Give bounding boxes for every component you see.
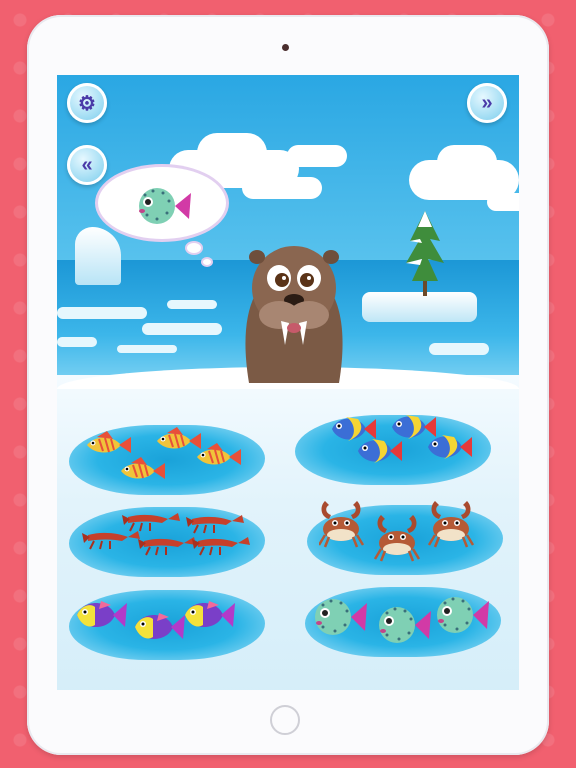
camera-dot xyxy=(282,44,289,51)
pufferfish-group[interactable] xyxy=(307,593,497,649)
walrus-character[interactable] xyxy=(229,233,359,383)
purple-fish-group[interactable] xyxy=(75,597,245,647)
game-screen: ⚙ « » xyxy=(57,75,519,690)
ice-floe xyxy=(117,345,177,353)
ice-floe xyxy=(57,307,147,319)
ice-floe xyxy=(167,300,217,309)
back-button[interactable]: « xyxy=(67,145,107,185)
pine-tree xyxy=(406,211,444,296)
home-button[interactable] xyxy=(270,705,300,735)
settings-button[interactable]: ⚙ xyxy=(67,83,107,123)
gear-icon: ⚙ xyxy=(78,92,96,115)
double-chevron-left-icon: « xyxy=(81,153,93,176)
crab-group[interactable] xyxy=(319,495,489,567)
next-button[interactable]: » xyxy=(467,83,507,123)
cloud xyxy=(437,145,497,179)
double-chevron-right-icon: » xyxy=(481,91,493,114)
ice-floe xyxy=(142,323,222,335)
iceberg-left xyxy=(75,227,121,285)
thought-bubble-dot xyxy=(187,243,201,253)
pufferfish-icon xyxy=(139,188,191,224)
tropical-fish-group[interactable] xyxy=(322,411,482,473)
cloud xyxy=(197,133,267,173)
ice-floe xyxy=(429,343,489,355)
yellow-fish-group[interactable] xyxy=(85,425,255,485)
ice-floe xyxy=(57,337,97,347)
cloud xyxy=(242,177,322,199)
cloud xyxy=(487,193,519,211)
lobster-group[interactable] xyxy=(82,507,252,567)
thought-bubble-dot xyxy=(203,259,211,265)
cloud xyxy=(287,145,347,167)
